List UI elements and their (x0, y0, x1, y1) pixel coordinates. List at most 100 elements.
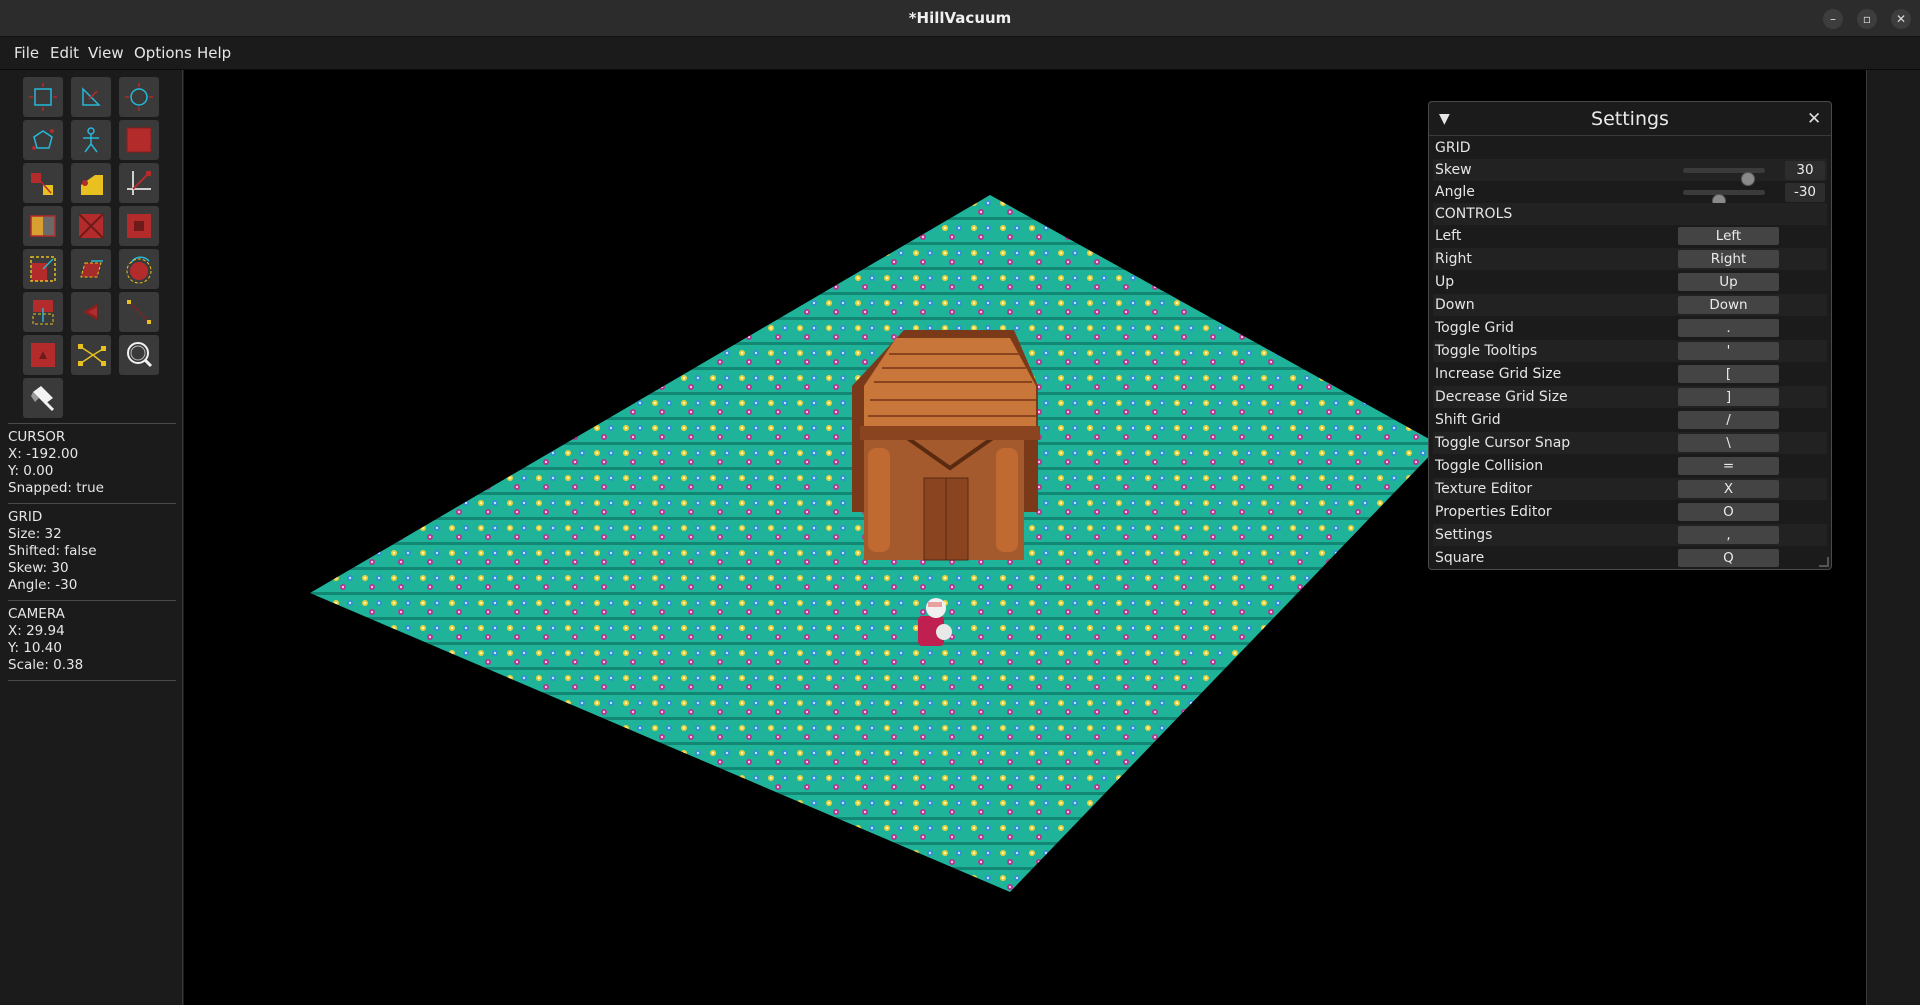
control-row: Up Up (1433, 271, 1827, 293)
close-icon[interactable]: ✕ (1807, 102, 1821, 136)
control-row: Toggle Collision = (1433, 455, 1827, 477)
control-label: Properties Editor (1435, 504, 1552, 520)
control-key-binding-button[interactable]: = (1678, 457, 1779, 475)
cursor-info: CURSOR X: -192.00 Y: 0.00 Snapped: true (8, 429, 104, 497)
settings-body[interactable]: GRID Skew 30 Angle -30 CONTROLS Left Left… (1429, 137, 1831, 569)
control-key-binding-button[interactable]: Up (1678, 273, 1779, 291)
triangle-icon (82, 87, 101, 106)
grid-size: Size: 32 (8, 526, 62, 542)
control-label: Square (1435, 550, 1485, 566)
angle-row: Angle -30 (1433, 181, 1827, 208)
rotate-tool-icon (126, 256, 152, 284)
tool-path[interactable] (71, 335, 111, 375)
control-row: Left Left (1433, 225, 1827, 247)
menu-view[interactable]: View (88, 37, 124, 70)
window-title: *HillVacuum (908, 9, 1012, 27)
tool-vertex[interactable] (23, 163, 63, 203)
tool-thing[interactable] (23, 335, 63, 375)
wooden-hut[interactable] (852, 330, 1040, 561)
controls-heading-label: CONTROLS (1435, 206, 1513, 222)
menu-options[interactable]: Options (134, 37, 192, 70)
tool-subtract[interactable] (71, 206, 111, 246)
settings-header[interactable]: ▼ Settings ✕ (1429, 102, 1831, 136)
clip-tool-icon (127, 171, 151, 195)
tool-square[interactable] (23, 77, 63, 117)
control-key-binding-button[interactable]: Right (1678, 250, 1779, 268)
control-label: Toggle Tooltips (1435, 343, 1538, 359)
resize-handle[interactable] (1819, 557, 1829, 567)
tools-panel: CURSOR X: -192.00 Y: 0.00 Snapped: true … (0, 70, 183, 1005)
angle-value-input[interactable]: -30 (1785, 183, 1825, 202)
grid-section-heading: GRID (1433, 137, 1827, 159)
skew-slider[interactable] (1683, 168, 1765, 186)
tool-draw-square[interactable] (119, 120, 159, 160)
control-label: Increase Grid Size (1435, 366, 1562, 382)
tool-triangle[interactable] (71, 77, 111, 117)
zoom-icon (127, 342, 153, 368)
tool-side[interactable] (71, 163, 111, 203)
control-row: Properties Editor O (1433, 501, 1827, 523)
tool-paint[interactable] (23, 378, 63, 418)
control-row: Right Right (1433, 248, 1827, 270)
tool-shear[interactable] (71, 249, 111, 289)
control-key-binding-button[interactable]: X (1678, 480, 1779, 498)
shear-tool-icon (80, 260, 103, 278)
control-key-binding-button[interactable]: O (1678, 503, 1779, 521)
control-row: Square Q (1433, 547, 1827, 569)
tool-scale[interactable] (23, 249, 63, 289)
menu-file[interactable]: File (14, 37, 39, 70)
square-select-icon (29, 83, 57, 111)
tool-polygon[interactable] (23, 120, 63, 160)
menu-edit[interactable]: Edit (50, 37, 79, 70)
controls-section-heading: CONTROLS (1433, 203, 1827, 225)
control-key-binding-button[interactable]: \ (1678, 434, 1779, 452)
camera-scale: Scale: 0.38 (8, 657, 84, 673)
control-row: Increase Grid Size [ (1433, 363, 1827, 385)
grid-info: GRID Size: 32 Shifted: false Skew: 30 An… (8, 509, 97, 594)
control-key-binding-button[interactable]: Left (1678, 227, 1779, 245)
menu-help[interactable]: Help (197, 37, 231, 70)
tool-merge[interactable] (119, 292, 159, 332)
control-label: Toggle Grid (1435, 320, 1514, 336)
control-key-binding-button[interactable]: / (1678, 411, 1779, 429)
control-key-binding-button[interactable]: ] (1678, 388, 1779, 406)
tool-shatter[interactable] (23, 206, 63, 246)
polygon-icon (32, 129, 54, 150)
control-key-binding-button[interactable]: Down (1678, 296, 1779, 314)
tool-entity[interactable] (71, 120, 111, 160)
circle-icon (125, 83, 153, 111)
tool-circle[interactable] (119, 77, 159, 117)
control-key-binding-button[interactable]: ' (1678, 342, 1779, 360)
skew-value-input[interactable]: 30 (1785, 161, 1825, 180)
side-tool-icon (81, 175, 103, 195)
close-window-button[interactable]: ✕ (1891, 9, 1911, 29)
cursor-y: Y: 0.00 (8, 463, 54, 479)
right-side-panel (1866, 70, 1920, 1005)
control-label: Up (1435, 274, 1455, 290)
paint-tool-icon (31, 386, 55, 412)
separator (8, 600, 176, 601)
grid-skew: Skew: 30 (8, 560, 69, 576)
control-key-binding-button[interactable]: . (1678, 319, 1779, 337)
tool-intersection[interactable] (71, 292, 111, 332)
minimize-button[interactable]: – (1823, 9, 1843, 29)
tool-zoom[interactable] (119, 335, 159, 375)
camera-heading: CAMERA (8, 606, 65, 622)
title-bar: *HillVacuum – ▫ ✕ (0, 0, 1920, 37)
control-key-binding-button[interactable]: , (1678, 526, 1779, 544)
settings-window[interactable]: ▼ Settings ✕ GRID Skew 30 Angle -30 CONT… (1428, 101, 1832, 570)
tool-rotate[interactable] (119, 249, 159, 289)
camera-info: CAMERA X: 29.94 Y: 10.40 Scale: 0.38 (8, 606, 83, 674)
angle-slider[interactable] (1683, 190, 1765, 208)
maximize-button[interactable]: ▫ (1857, 9, 1877, 29)
control-key-binding-button[interactable]: Q (1678, 549, 1779, 567)
control-label: Shift Grid (1435, 412, 1501, 428)
tool-flip[interactable] (23, 292, 63, 332)
tool-clip[interactable] (119, 163, 159, 203)
tool-hollow[interactable] (119, 206, 159, 246)
control-key-binding-button[interactable]: [ (1678, 365, 1779, 383)
settings-title: Settings (1591, 108, 1669, 130)
control-row: Toggle Tooltips ' (1433, 340, 1827, 362)
camera-y: Y: 10.40 (8, 640, 62, 656)
control-row: Toggle Cursor Snap \ (1433, 432, 1827, 454)
